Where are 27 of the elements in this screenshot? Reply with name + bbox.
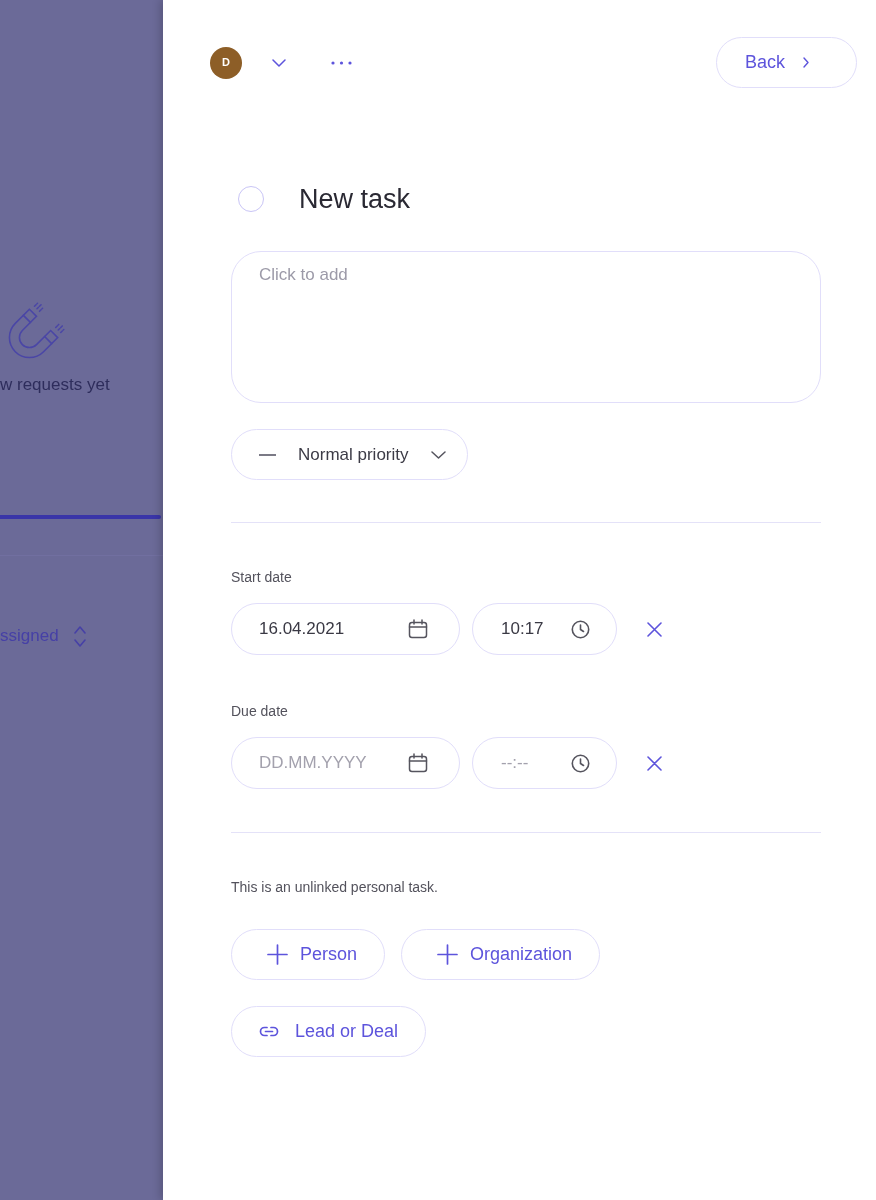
time-field[interactable]: 10:17 bbox=[472, 603, 617, 655]
magnet-icon bbox=[8, 299, 68, 359]
close-icon[interactable] bbox=[647, 621, 662, 637]
complete-checkbox[interactable] bbox=[238, 186, 264, 212]
minus-icon bbox=[259, 453, 276, 456]
close-icon[interactable] bbox=[647, 755, 662, 771]
chevron-down-icon[interactable] bbox=[272, 58, 286, 67]
chevron-down-icon bbox=[430, 450, 446, 459]
calendar-icon[interactable] bbox=[408, 753, 428, 773]
field-label: Start date bbox=[231, 568, 293, 587]
empty-state-message: w requests yet bbox=[0, 374, 111, 396]
avatar[interactable]: D bbox=[210, 46, 242, 79]
task-title[interactable]: New task bbox=[299, 181, 411, 217]
link-icon bbox=[259, 1026, 279, 1037]
plus-icon bbox=[267, 944, 288, 965]
time-field[interactable]: --:-- bbox=[472, 737, 617, 789]
date-field[interactable]: 16.04.2021 bbox=[231, 603, 460, 655]
description-field[interactable]: Click to add bbox=[231, 251, 821, 403]
clock-icon[interactable] bbox=[571, 620, 590, 639]
chevron-right-icon bbox=[803, 57, 810, 68]
more-icon[interactable] bbox=[331, 60, 352, 65]
plus-icon bbox=[437, 944, 459, 965]
date-field[interactable]: DD.MM.YYYY bbox=[231, 737, 460, 789]
unlinked-note: This is an unlinked personal task. bbox=[231, 878, 439, 897]
field-label: Due date bbox=[231, 702, 289, 721]
clock-icon[interactable] bbox=[571, 754, 590, 773]
calendar-icon[interactable] bbox=[408, 619, 428, 639]
